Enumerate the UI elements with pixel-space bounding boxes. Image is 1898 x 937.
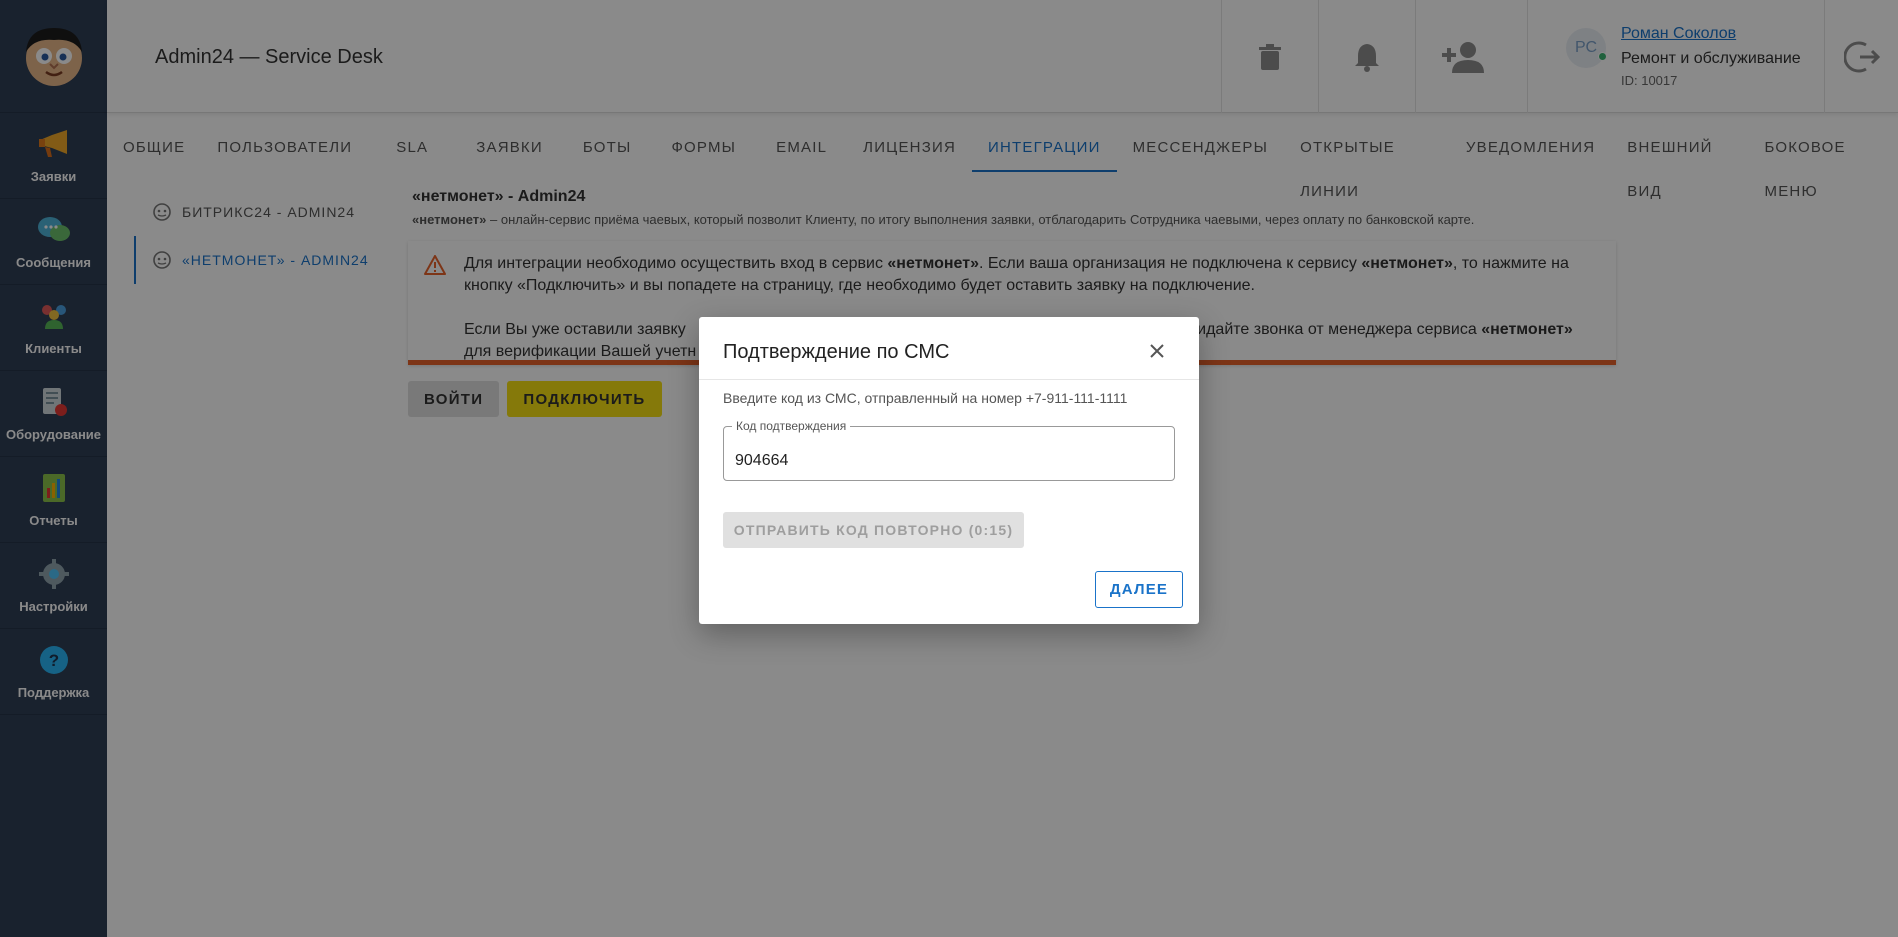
next-button[interactable]: ДАЛЕЕ <box>1095 571 1183 608</box>
dialog-title: Подтверждение по СМС <box>723 341 950 363</box>
confirmation-code-input[interactable] <box>724 427 1174 480</box>
confirmation-code-field: Код подтверждения <box>723 419 1175 481</box>
close-icon <box>1150 344 1164 358</box>
dialog-header: Подтверждение по СМС <box>699 317 1199 380</box>
close-button[interactable] <box>1145 339 1169 363</box>
resend-code-button[interactable]: ОТПРАВИТЬ КОД ПОВТОРНО (0:15) <box>723 512 1024 548</box>
sms-confirmation-dialog: Подтверждение по СМС Введите код из СМС,… <box>699 317 1199 624</box>
dialog-hint: Введите код из СМС, отправленный на номе… <box>723 390 1128 406</box>
